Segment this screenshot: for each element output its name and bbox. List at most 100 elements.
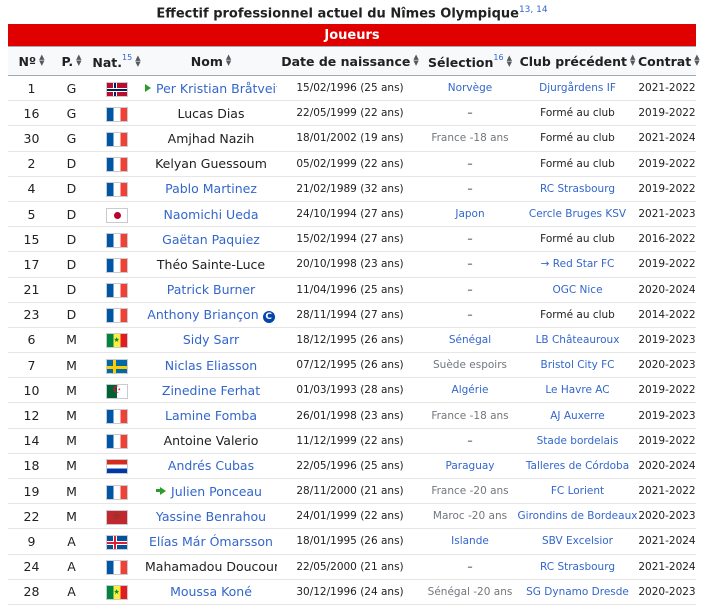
- france-flag-icon[interactable]: [105, 232, 128, 248]
- cell-selection: –: [423, 101, 517, 126]
- player-previous-club[interactable]: Djurgårdens IF: [539, 82, 616, 94]
- cell-contract: 2019-2022: [638, 101, 696, 126]
- player-previous-club: Formé au club: [540, 233, 615, 246]
- column-header-nat[interactable]: Nat.15 ▲ ▼: [88, 46, 145, 76]
- player-previous-club[interactable]: Cercle Bruges KSV: [529, 208, 626, 220]
- player-previous-club[interactable]: AJ Auxerre: [550, 410, 604, 422]
- player-name[interactable]: Per Kristian Bråtveit: [156, 81, 277, 96]
- cell-num: 19: [8, 479, 55, 504]
- player-number: 15: [23, 231, 40, 247]
- player-number: 5: [27, 206, 36, 222]
- cell-contract: 2020-2023: [638, 504, 696, 529]
- table-row: 18 M Andrés Cubas 22/05/1996 (25 ans) Paragu…: [8, 453, 696, 479]
- column-header-nom[interactable]: Nom ▲ ▼: [145, 46, 277, 76]
- player-selection[interactable]: Norvège: [448, 82, 492, 94]
- cell-pos: M: [55, 479, 88, 504]
- player-previous-club[interactable]: SG Dynamo Dresde: [526, 586, 629, 598]
- player-contract: 2019-2022: [638, 258, 696, 271]
- player-previous-club[interactable]: RC Strasbourg: [540, 561, 615, 573]
- player-selection[interactable]: Paraguay: [445, 460, 494, 472]
- player-position: D: [66, 156, 77, 172]
- france-flag-icon[interactable]: [105, 257, 128, 273]
- player-previous-club[interactable]: → Red Star FC: [541, 258, 615, 270]
- player-name[interactable]: Naomichi Ueda: [164, 207, 259, 222]
- france-flag-icon[interactable]: [105, 484, 128, 500]
- column-header-date[interactable]: Date de naissance ▲ ▼: [277, 46, 423, 76]
- cell-contract: 2021-2022: [638, 76, 696, 101]
- player-selection[interactable]: Algérie: [452, 384, 489, 396]
- player-name[interactable]: Elías Már Ómarsson: [149, 534, 273, 549]
- player-previous-club[interactable]: RC Strasbourg: [540, 183, 615, 195]
- cell-nat: [88, 453, 145, 478]
- morocco-flag-icon[interactable]: [105, 509, 128, 525]
- player-dob: 18/01/1995 (26 ans): [296, 535, 404, 548]
- player-dob: 15/02/1994 (27 ans): [296, 233, 404, 246]
- player-previous-club[interactable]: Talleres de Córdoba: [526, 460, 629, 472]
- column-header-sel[interactable]: Sélection16 ▲ ▼: [423, 46, 517, 76]
- player-previous-club[interactable]: Stade bordelais: [537, 435, 619, 447]
- player-selection: –: [467, 107, 473, 120]
- player-name[interactable]: Gaëtan Paquiez: [162, 232, 260, 247]
- nat-ref[interactable]: 15: [122, 53, 132, 62]
- france-flag-icon[interactable]: [105, 106, 128, 122]
- player-name[interactable]: Pablo Martinez: [165, 181, 257, 196]
- column-header-pos[interactable]: P. ▲ ▼: [55, 46, 88, 76]
- sel-ref[interactable]: 16: [493, 53, 503, 62]
- player-dob: 28/11/2000 (21 ans): [296, 485, 404, 498]
- cell-selection: France -20 ans: [423, 479, 517, 504]
- cell-nat: [88, 579, 145, 604]
- cell-pos: M: [55, 327, 88, 352]
- cell-contract: 2020-2023: [638, 579, 696, 604]
- player-name[interactable]: Anthony Briançon: [147, 307, 258, 322]
- player-name[interactable]: Sidy Sarr: [183, 332, 239, 347]
- player-name[interactable]: Yassine Benrahou: [156, 509, 266, 524]
- player-name[interactable]: Andrés Cubas: [168, 458, 254, 473]
- japan-flag-icon[interactable]: [105, 207, 128, 223]
- france-flag-icon[interactable]: [105, 409, 128, 425]
- france-flag-icon[interactable]: [105, 157, 128, 173]
- norway-flag-icon[interactable]: [105, 81, 128, 97]
- cell-name: Yassine Benrahou: [145, 504, 277, 529]
- player-previous-club[interactable]: FC Lorient: [551, 485, 604, 497]
- paraguay-flag-icon[interactable]: [105, 459, 128, 475]
- table-row: 5 D Naomichi Ueda 24/10/1994 (27 ans) Japon C…: [8, 201, 696, 227]
- france-flag-icon[interactable]: [105, 131, 128, 147]
- france-flag-icon[interactable]: [105, 283, 128, 299]
- senegal-flag-icon[interactable]: [105, 585, 128, 601]
- cell-num: 21: [8, 277, 55, 302]
- cell-nat: [88, 378, 145, 403]
- france-flag-icon[interactable]: [105, 308, 128, 324]
- player-selection[interactable]: Sénégal: [449, 334, 491, 346]
- sweden-flag-icon[interactable]: [105, 358, 128, 374]
- player-previous-club[interactable]: LB Châteauroux: [536, 334, 620, 346]
- player-selection[interactable]: Islande: [451, 535, 489, 547]
- senegal-flag-icon[interactable]: [105, 333, 128, 349]
- player-previous-club[interactable]: OGC Nice: [552, 284, 602, 296]
- player-name[interactable]: Julien Ponceau: [171, 484, 262, 499]
- column-header-ctr[interactable]: Contrat ▲ ▼: [638, 46, 700, 76]
- player-selection[interactable]: Japon: [455, 208, 484, 220]
- cell-num: 4: [8, 176, 55, 201]
- player-name[interactable]: Lamine Fomba: [165, 408, 257, 423]
- player-name[interactable]: Moussa Koné: [170, 584, 252, 599]
- algeria-flag-icon[interactable]: [105, 383, 128, 399]
- player-position: M: [66, 408, 77, 424]
- column-header-club[interactable]: Club précédent ▲ ▼: [517, 46, 638, 76]
- player-contract: 2019-2022: [638, 384, 696, 397]
- france-flag-icon[interactable]: [105, 560, 128, 576]
- france-flag-icon[interactable]: [105, 182, 128, 198]
- cell-contract: 2016-2022: [638, 227, 696, 252]
- player-previous-club[interactable]: Le Havre AC: [545, 384, 609, 396]
- player-name[interactable]: Patrick Burner: [167, 282, 255, 297]
- caption-refs[interactable]: 13, 14: [519, 5, 548, 15]
- player-previous-club[interactable]: SBV Excelsior: [542, 535, 613, 547]
- column-header-num[interactable]: Nº ▲ ▼: [8, 46, 55, 76]
- iceland-flag-icon[interactable]: [105, 534, 128, 550]
- player-position: D: [66, 231, 77, 247]
- sort-icon: ▲ ▼: [39, 52, 45, 67]
- player-name[interactable]: Niclas Eliasson: [165, 358, 257, 373]
- player-previous-club[interactable]: Girondins de Bordeaux: [518, 510, 638, 522]
- player-name[interactable]: Zinedine Ferhat: [162, 383, 260, 398]
- france-flag-icon[interactable]: [105, 434, 128, 450]
- player-previous-club[interactable]: Bristol City FC: [541, 359, 615, 371]
